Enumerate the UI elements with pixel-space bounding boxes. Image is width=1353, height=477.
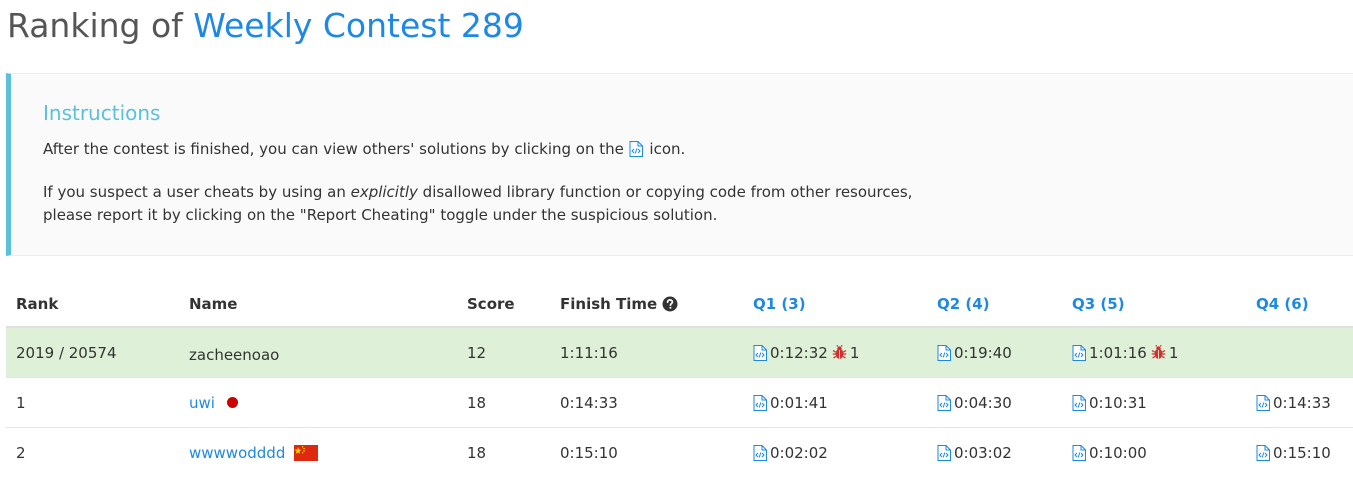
q2-cell: 0:19:40 — [937, 328, 1012, 377]
instructions-text: If you suspect a user cheats by using an — [43, 183, 351, 201]
q1-cell: 0:12:32 1 — [753, 328, 859, 377]
instructions-line-2: If you suspect a user cheats by using an… — [43, 181, 912, 227]
name-cell: wwwwodddd — [189, 428, 319, 477]
solve-time: 0:15:10 — [1273, 443, 1331, 462]
solve-time: 0:19:40 — [954, 343, 1012, 362]
code-file-icon[interactable] — [753, 444, 767, 461]
solve-time: 0:03:02 — [954, 443, 1012, 462]
code-file-icon[interactable] — [1072, 344, 1086, 361]
user-link[interactable]: wwwwodddd — [189, 444, 285, 462]
solve-time: 0:10:31 — [1089, 393, 1147, 412]
bug-icon — [832, 344, 847, 360]
column-name: Name — [189, 295, 238, 313]
code-file-icon[interactable] — [937, 344, 951, 361]
code-file-icon — [629, 141, 643, 157]
q1-cell: 0:02:02 — [753, 428, 828, 477]
column-score: Score — [467, 295, 515, 313]
instructions-text: After the contest is finished, you can v… — [43, 140, 629, 158]
ranking-table: Rank Name Score Finish Time Q1 (3) Q2 (4… — [6, 282, 1353, 477]
q3-cell: 1:01:16 1 — [1072, 328, 1178, 377]
score-cell: 18 — [467, 443, 487, 462]
q2-cell: 0:03:02 — [937, 428, 1012, 477]
column-rank: Rank — [16, 295, 59, 313]
code-file-icon[interactable] — [753, 344, 767, 361]
table-row-current-user: 2019 / 20574 zacheenoao 12 1:11:16 0:12:… — [6, 328, 1353, 378]
code-file-icon[interactable] — [1072, 444, 1086, 461]
rank-cell: 2 — [16, 443, 26, 462]
q2-cell: 0:04:30 — [937, 378, 1012, 427]
code-file-icon[interactable] — [753, 394, 767, 411]
instructions-line-1: After the contest is finished, you can v… — [43, 138, 685, 160]
ranking-page: Ranking of Weekly Contest 289 Instructio… — [0, 0, 1353, 477]
rank-cell: 1 — [16, 393, 26, 412]
wrong-submission-count: 1 — [849, 343, 860, 362]
q3-cell: 0:10:00 — [1072, 428, 1147, 477]
bug-icon — [1151, 344, 1166, 360]
japan-flag-icon — [226, 397, 238, 408]
score-cell: 18 — [467, 393, 487, 412]
code-file-icon[interactable] — [937, 444, 951, 461]
table-row: 1 uwi 18 0:14:33 0:01:41 0:04:30 0:10:31… — [6, 378, 1353, 428]
title-prefix: Ranking of — [7, 6, 194, 45]
china-flag-icon — [294, 444, 319, 461]
solve-time: 0:02:02 — [770, 443, 828, 462]
finish-time-cell: 0:14:33 — [560, 393, 618, 412]
solve-time: 0:01:41 — [770, 393, 828, 412]
column-finish-label: Finish Time — [560, 295, 658, 313]
solve-time: 1:01:16 — [1089, 343, 1147, 362]
code-file-icon[interactable] — [1256, 394, 1270, 411]
finish-time-cell: 1:11:16 — [560, 343, 618, 362]
rank-cell: 2019 / 20574 — [16, 343, 117, 362]
code-file-icon[interactable] — [937, 394, 951, 411]
user-link[interactable]: uwi — [189, 394, 215, 412]
instructions-emphasis: explicitly — [350, 183, 418, 201]
solve-time: 0:12:32 — [770, 343, 828, 362]
table-row: 2 wwwwodddd 18 0:15:10 0:02:02 0:03:02 0… — [6, 428, 1353, 477]
column-q1[interactable]: Q1 (3) — [753, 282, 806, 326]
column-q4[interactable]: Q4 (6) — [1256, 282, 1309, 326]
column-finish-time: Finish Time — [560, 282, 678, 326]
q1-cell: 0:01:41 — [753, 378, 828, 427]
page-title: Ranking of Weekly Contest 289 — [7, 2, 524, 50]
name-cell: zacheenoao — [189, 345, 280, 364]
wrong-submission-count: 1 — [1168, 343, 1179, 362]
q4-cell: 0:15:10 — [1256, 428, 1331, 477]
solve-time: 0:04:30 — [954, 393, 1012, 412]
code-file-icon[interactable] — [1072, 394, 1086, 411]
score-cell: 12 — [467, 343, 487, 362]
q4-cell: 0:14:33 — [1256, 378, 1331, 427]
instructions-panel: Instructions After the contest is finish… — [6, 73, 1353, 256]
instructions-text: icon. — [644, 140, 686, 158]
instructions-text: disallowed library function or copying c… — [417, 183, 913, 201]
instructions-text: please report it by clicking on the "Rep… — [43, 206, 718, 224]
q3-cell: 0:10:31 — [1072, 378, 1147, 427]
instructions-heading: Instructions — [43, 101, 161, 125]
solve-time: 0:10:00 — [1089, 443, 1147, 462]
finish-time-cell: 0:15:10 — [560, 443, 618, 462]
table-header: Rank Name Score Finish Time Q1 (3) Q2 (4… — [6, 282, 1353, 328]
column-q2[interactable]: Q2 (4) — [937, 282, 990, 326]
question-circle-icon[interactable] — [662, 296, 678, 312]
code-file-icon[interactable] — [1256, 444, 1270, 461]
contest-link[interactable]: Weekly Contest 289 — [193, 6, 524, 45]
column-q3[interactable]: Q3 (5) — [1072, 282, 1125, 326]
name-cell: uwi — [189, 378, 238, 427]
solve-time: 0:14:33 — [1273, 393, 1331, 412]
